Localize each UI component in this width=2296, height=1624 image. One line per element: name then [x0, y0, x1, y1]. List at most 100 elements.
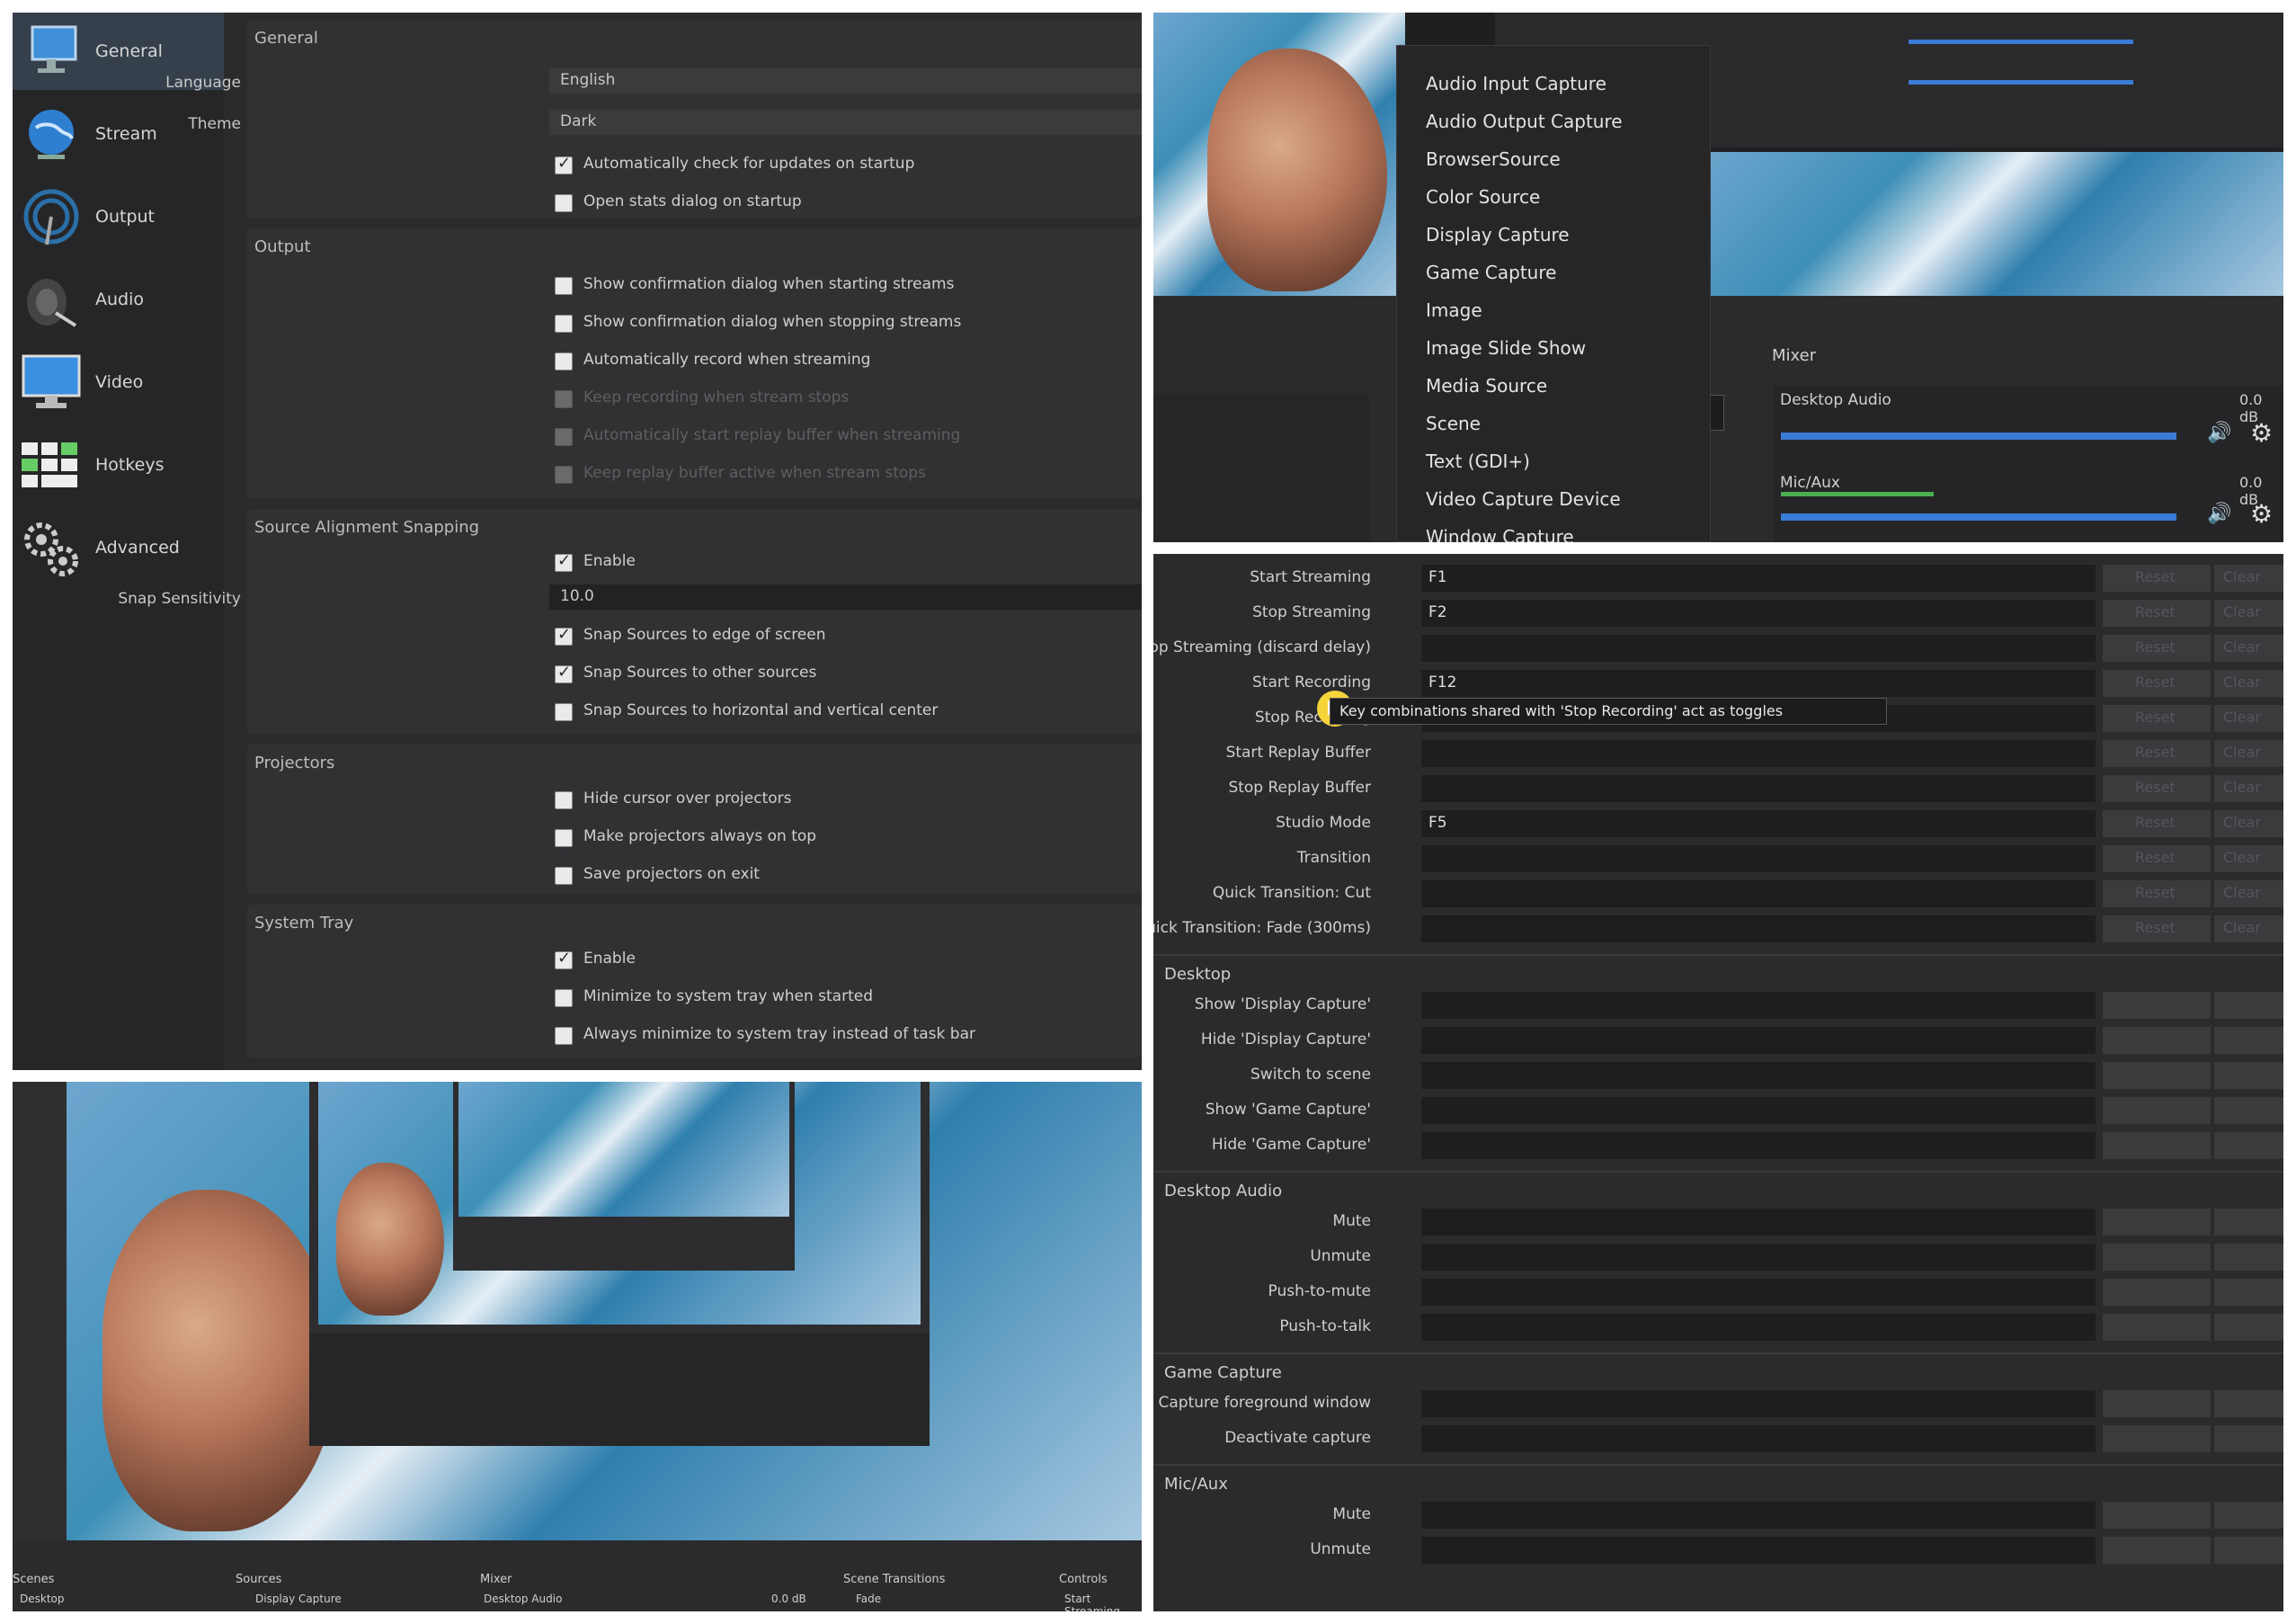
menu-item-video-capture[interactable]: Video Capture Device [1426, 488, 1621, 510]
menu-item-audio-input[interactable]: Audio Input Capture [1426, 73, 1606, 94]
clear-button[interactable]: Clear [2214, 635, 2283, 662]
clear-button[interactable] [2214, 1390, 2283, 1417]
scene-item[interactable]: Desktop [20, 1593, 65, 1605]
reset-button[interactable]: Reset [2103, 845, 2211, 872]
hotkey-input[interactable] [1421, 1425, 2096, 1452]
keep-recording-checkbox[interactable] [555, 390, 573, 408]
hotkey-input[interactable] [1421, 1244, 2096, 1271]
mic-aux-slider[interactable] [1781, 513, 2176, 521]
hotkey-input[interactable] [1421, 1314, 2096, 1341]
hotkey-input[interactable]: F5 [1421, 810, 2096, 837]
update-check-checkbox[interactable] [555, 154, 573, 174]
menu-item-game-capture[interactable]: Game Capture [1426, 262, 1556, 283]
menu-item-audio-output[interactable]: Audio Output Capture [1426, 111, 1623, 132]
menu-item-slideshow[interactable]: Image Slide Show [1426, 337, 1586, 359]
reset-button[interactable]: Reset [2103, 915, 2211, 942]
reset-button[interactable] [2103, 1132, 2211, 1159]
source-item[interactable]: Display Capture [255, 1593, 342, 1605]
clear-button[interactable] [2214, 1425, 2283, 1452]
menu-item-window-capture[interactable]: Window Capture [1426, 526, 1574, 542]
save-projectors-checkbox[interactable] [555, 867, 573, 885]
speaker-icon[interactable]: 🔊 [2207, 503, 2231, 525]
menu-item-browser[interactable]: BrowserSource [1426, 148, 1561, 170]
hotkey-input[interactable] [1421, 992, 2096, 1019]
hotkey-input[interactable] [1421, 1097, 2096, 1124]
hotkey-input[interactable]: F12 [1421, 670, 2096, 697]
confirm-start-checkbox[interactable] [555, 277, 573, 295]
auto-record-checkbox[interactable] [555, 352, 573, 370]
hide-cursor-checkbox[interactable] [555, 791, 573, 809]
snap-sources-checkbox[interactable] [555, 663, 573, 683]
hotkey-input[interactable]: F2 [1421, 600, 2096, 627]
sidebar-item-hotkeys[interactable]: Hotkeys [13, 426, 224, 504]
clear-button[interactable] [2214, 1279, 2283, 1306]
reset-button[interactable]: Reset [2103, 565, 2211, 592]
menu-item-text[interactable]: Text (GDI+) [1426, 451, 1530, 472]
clear-button[interactable]: Clear [2214, 705, 2283, 732]
clear-button[interactable] [2214, 1097, 2283, 1124]
stats-dialog-checkbox[interactable] [555, 194, 573, 212]
reset-button[interactable] [2103, 1314, 2211, 1341]
hotkey-input[interactable] [1421, 740, 2096, 767]
reset-button[interactable]: Reset [2103, 635, 2211, 662]
clear-button[interactable]: Clear [2214, 775, 2283, 802]
always-minimize-checkbox[interactable] [555, 1027, 573, 1045]
speaker-icon[interactable]: 🔊 [2207, 422, 2231, 444]
hotkey-input[interactable] [1421, 915, 2096, 942]
reset-button[interactable] [2103, 1502, 2211, 1529]
desktop-audio-slider[interactable] [1781, 433, 2176, 440]
clear-button[interactable] [2214, 1209, 2283, 1236]
reset-button[interactable]: Reset [2103, 775, 2211, 802]
clear-button[interactable] [2214, 1537, 2283, 1564]
tray-enable-checkbox[interactable] [555, 949, 573, 969]
clear-button[interactable]: Clear [2214, 880, 2283, 907]
clear-button[interactable]: Clear [2214, 810, 2283, 837]
clear-button[interactable] [2214, 1132, 2283, 1159]
sidebar-item-output[interactable]: Output [13, 178, 224, 255]
menu-item-image[interactable]: Image [1426, 299, 1482, 321]
hotkey-input[interactable]: F1 [1421, 565, 2096, 592]
reset-button[interactable] [2103, 1027, 2211, 1054]
theme-select[interactable]: Dark [549, 110, 1142, 135]
minimize-tray-checkbox[interactable] [555, 989, 573, 1007]
reset-button[interactable]: Reset [2103, 880, 2211, 907]
keep-replay-checkbox[interactable] [555, 466, 573, 484]
menu-item-color[interactable]: Color Source [1426, 186, 1540, 208]
gear-icon[interactable]: ⚙ [2250, 499, 2273, 529]
reset-button[interactable] [2103, 1425, 2211, 1452]
reset-button[interactable]: Reset [2103, 600, 2211, 627]
menu-item-media[interactable]: Media Source [1426, 375, 1547, 397]
hotkey-input[interactable] [1421, 1027, 2096, 1054]
clear-button[interactable]: Clear [2214, 845, 2283, 872]
reset-button[interactable]: Reset [2103, 810, 2211, 837]
hotkey-input[interactable] [1421, 635, 2096, 662]
hotkey-input[interactable] [1421, 845, 2096, 872]
clear-button[interactable] [2214, 1244, 2283, 1271]
snap-center-checkbox[interactable] [555, 703, 573, 721]
clear-button[interactable] [2214, 1062, 2283, 1089]
gear-icon[interactable]: ⚙ [2250, 418, 2273, 448]
confirm-stop-checkbox[interactable] [555, 315, 573, 333]
hotkey-input[interactable] [1421, 1502, 2096, 1529]
reset-button[interactable] [2103, 1062, 2211, 1089]
reset-button[interactable]: Reset [2103, 670, 2211, 697]
sidebar-item-video[interactable]: Video [13, 344, 224, 421]
hotkey-input[interactable] [1421, 880, 2096, 907]
hotkey-input[interactable] [1421, 1390, 2096, 1417]
menu-item-display-capture[interactable]: Display Capture [1426, 224, 1570, 245]
hotkey-input[interactable] [1421, 1062, 2096, 1089]
menu-item-scene[interactable]: Scene [1426, 413, 1481, 434]
clear-button[interactable]: Clear [2214, 670, 2283, 697]
projectors-on-top-checkbox[interactable] [555, 829, 573, 847]
reset-button[interactable]: Reset [2103, 740, 2211, 767]
sidebar-item-advanced[interactable]: Advanced [13, 509, 224, 586]
reset-button[interactable]: Reset [2103, 705, 2211, 732]
reset-button[interactable] [2103, 1390, 2211, 1417]
sidebar-item-audio[interactable]: Audio [13, 261, 224, 338]
clear-button[interactable] [2214, 992, 2283, 1019]
hotkey-input[interactable] [1421, 1537, 2096, 1564]
reset-button[interactable] [2103, 1209, 2211, 1236]
reset-button[interactable] [2103, 992, 2211, 1019]
hotkey-input[interactable] [1421, 1279, 2096, 1306]
clear-button[interactable]: Clear [2214, 740, 2283, 767]
